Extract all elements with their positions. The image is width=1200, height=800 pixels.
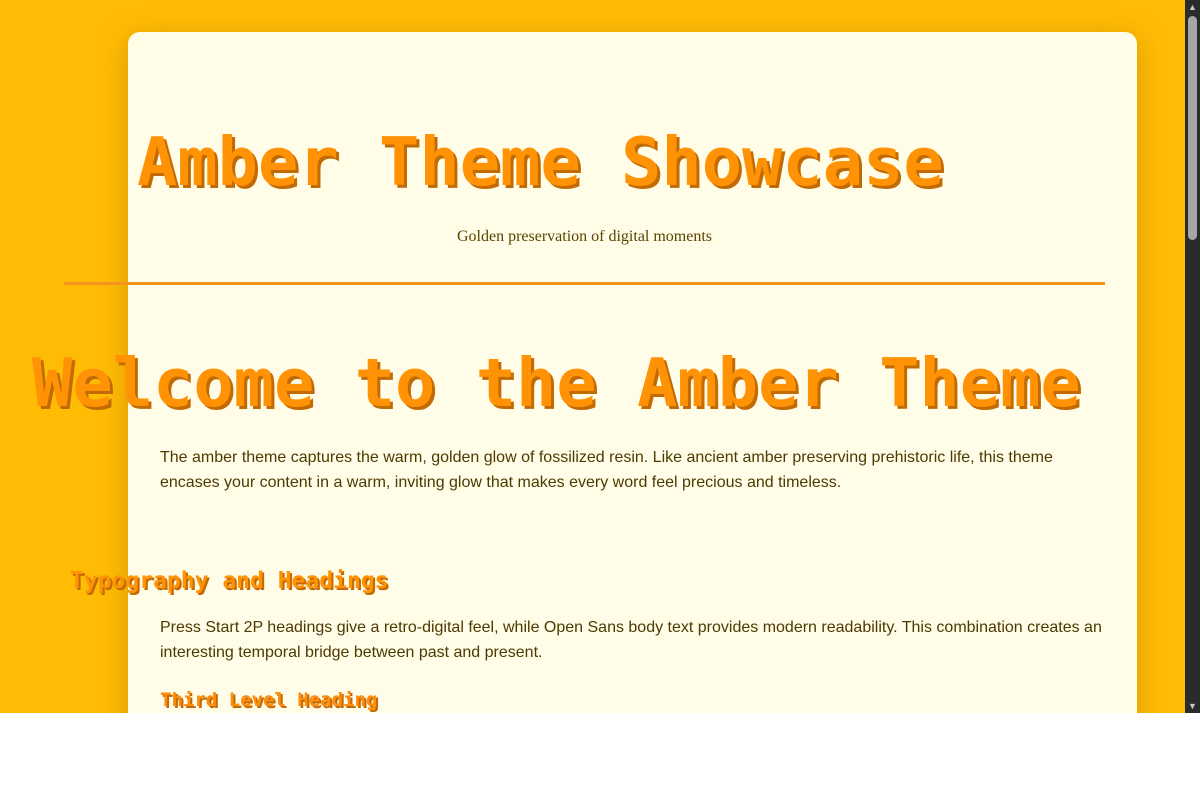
site-tagline: Golden preservation of digital moments [456, 228, 713, 245]
scroll-up-arrow-icon[interactable]: ▲ [1185, 0, 1200, 14]
header-divider [64, 282, 1105, 285]
typography-paragraph: Press Start 2P headings give a retro-dig… [160, 619, 1102, 661]
typography-heading: Typography and Headings [70, 568, 389, 594]
page-viewport: Amber Theme Showcase Golden preservation… [0, 0, 1185, 713]
welcome-heading: Welcome to the Amber Theme [32, 344, 1081, 422]
vertical-scrollbar[interactable]: ▲ ▼ [1185, 0, 1200, 713]
scroll-down-arrow-icon[interactable]: ▼ [1185, 699, 1200, 713]
intro-paragraph: The amber theme captures the warm, golde… [160, 449, 1053, 491]
scrollbar-thumb[interactable] [1188, 16, 1197, 240]
third-level-heading: Third Level Heading [160, 689, 378, 711]
site-title: Amber Theme Showcase [137, 123, 944, 201]
